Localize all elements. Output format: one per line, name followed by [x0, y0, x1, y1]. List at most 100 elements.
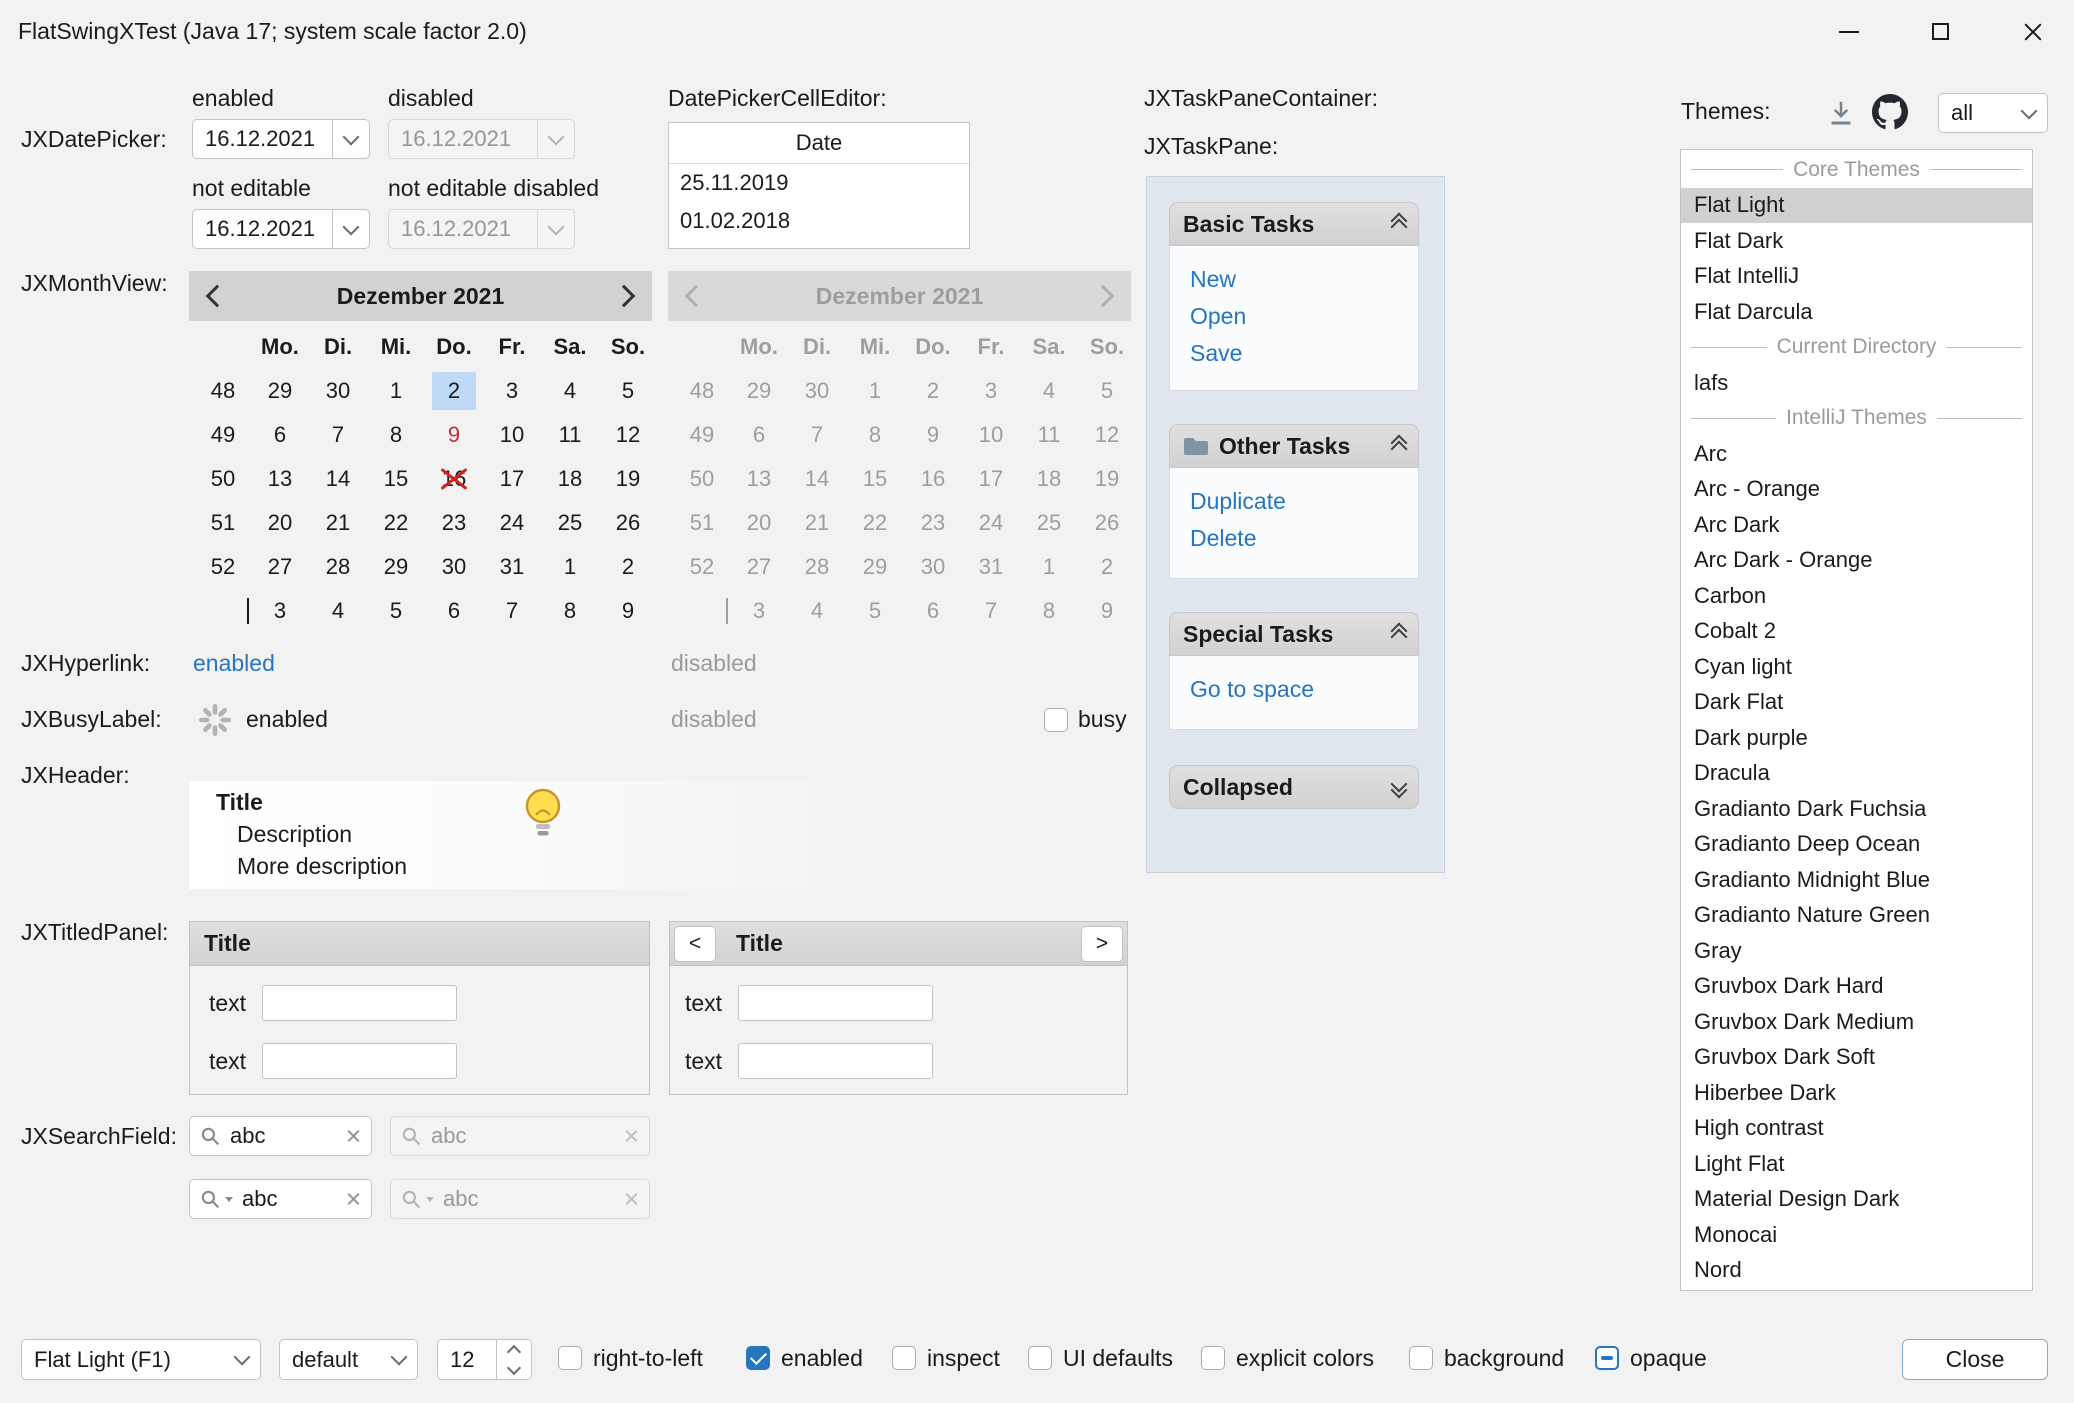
monthview-day-cell[interactable]: 3	[251, 589, 309, 633]
monthview-day-cell[interactable]: 2	[425, 369, 483, 413]
checkbox-label-background[interactable]: background	[1444, 1345, 1564, 1372]
search-value[interactable]: abc	[242, 1186, 337, 1212]
theme-list-item[interactable]: Light Flat	[1681, 1146, 2032, 1182]
table-row[interactable]: 25.11.2019	[669, 164, 969, 202]
monthview-day-cell[interactable]: 24	[483, 501, 541, 545]
monthview-day-cell[interactable]: 11	[541, 413, 599, 457]
cell-editor-table[interactable]: Date 25.11.2019 01.02.2018	[668, 122, 970, 249]
theme-list-item[interactable]: Monocai	[1681, 1217, 2032, 1253]
theme-list-item[interactable]: Material Design Dark	[1681, 1182, 2032, 1218]
chevron-down-icon[interactable]	[381, 1340, 417, 1379]
spinner-up-icon[interactable]	[507, 1344, 521, 1358]
taskpane-link[interactable]: Save	[1190, 335, 1418, 372]
taskpane-link[interactable]: Duplicate	[1190, 483, 1418, 520]
monthview-day-cell[interactable]: 7	[309, 413, 367, 457]
monthview-day-cell[interactable]: 6	[251, 413, 309, 457]
previous-month-button[interactable]	[189, 271, 245, 321]
checkbox-label-explicit-colors[interactable]: explicit colors	[1236, 1345, 1374, 1372]
theme-list-item[interactable]: Dark purple	[1681, 720, 2032, 756]
theme-list-item[interactable]: lafs	[1681, 365, 2032, 401]
font-combo[interactable]: default	[279, 1339, 418, 1380]
monthview-enabled[interactable]: Dezember 2021 Mo.Di.Mi.Do.Fr.Sa.So.48293…	[189, 271, 652, 633]
monthview-day-cell[interactable]: 27	[251, 545, 309, 589]
monthview-day-cell[interactable]: 28	[309, 545, 367, 589]
monthview-day-cell[interactable]: 20	[251, 501, 309, 545]
theme-list-item[interactable]: Gradianto Nature Green	[1681, 898, 2032, 934]
monthview-day-cell[interactable]: 25	[541, 501, 599, 545]
monthview-day-cell[interactable]: 29	[367, 545, 425, 589]
monthview-day-cell[interactable]: 1	[541, 545, 599, 589]
monthview-day-cell[interactable]: 30	[309, 369, 367, 413]
datepicker-not-editable[interactable]: 16.12.2021	[192, 209, 370, 249]
monthview-day-cell[interactable]: 30	[425, 545, 483, 589]
theme-list-item[interactable]: Arc - Orange	[1681, 472, 2032, 508]
chevron-down-icon[interactable]	[225, 1197, 233, 1202]
search-value[interactable]: abc	[230, 1123, 337, 1149]
hyperlink-enabled[interactable]: enabled	[193, 650, 275, 677]
checkbox-ui-defaults[interactable]	[1028, 1346, 1052, 1370]
monthview-day-cell[interactable]: 5	[599, 369, 657, 413]
theme-list-item[interactable]: Flat Darcula	[1681, 294, 2032, 330]
chevron-down-icon[interactable]	[2011, 94, 2047, 132]
monthview-day-cell[interactable]: 23	[425, 501, 483, 545]
theme-list-item[interactable]: Dracula	[1681, 756, 2032, 792]
theme-list-item[interactable]: Arc Dark - Orange	[1681, 543, 2032, 579]
theme-list-item[interactable]: Gradianto Midnight Blue	[1681, 862, 2032, 898]
spinner-down-icon[interactable]	[507, 1360, 521, 1374]
clear-icon[interactable]	[346, 1192, 361, 1207]
theme-list[interactable]: Core ThemesFlat LightFlat DarkFlat Intel…	[1680, 149, 2033, 1291]
chevron-double-down-icon[interactable]	[1393, 778, 1405, 796]
checkbox-explicit-colors[interactable]	[1201, 1346, 1225, 1370]
taskpane-group-title[interactable]: Collapsed	[1169, 765, 1419, 809]
chevron-double-up-icon[interactable]	[1393, 215, 1405, 233]
chevron-down-icon[interactable]	[332, 120, 369, 158]
theme-list-item[interactable]: Flat IntelliJ	[1681, 259, 2032, 295]
monthview-day-cell[interactable]: 10	[483, 413, 541, 457]
monthview-day-cell[interactable]: 3	[483, 369, 541, 413]
checkbox-right-to-left[interactable]	[558, 1346, 582, 1370]
checkbox-label-opaque[interactable]: opaque	[1630, 1345, 1707, 1372]
theme-list-item[interactable]: Flat Light	[1681, 188, 2032, 224]
monthview-day-cell[interactable]: 15	[367, 457, 425, 501]
monthview-day-cell[interactable]: 13	[251, 457, 309, 501]
monthview-day-cell[interactable]: 9	[599, 589, 657, 633]
next-month-button[interactable]	[596, 271, 652, 321]
text-field[interactable]	[738, 985, 933, 1021]
monthview-day-cell[interactable]: 14	[309, 457, 367, 501]
theme-list-item[interactable]: Gruvbox Dark Soft	[1681, 1040, 2032, 1076]
search-field[interactable]: abc	[189, 1116, 372, 1156]
checkbox-inspect[interactable]	[892, 1346, 916, 1370]
clear-icon[interactable]	[346, 1129, 361, 1144]
taskpane-link[interactable]: Delete	[1190, 520, 1418, 557]
github-icon[interactable]	[1872, 94, 1908, 130]
theme-list-item[interactable]: Arc	[1681, 436, 2032, 472]
monthview-day-cell[interactable]: 17	[483, 457, 541, 501]
chevron-down-icon[interactable]	[224, 1340, 260, 1379]
search-field-menu[interactable]: abc	[189, 1179, 372, 1219]
monthview-day-cell[interactable]: 7	[483, 589, 541, 633]
checkbox-label-right-to-left[interactable]: right-to-left	[593, 1345, 703, 1372]
checkbox-enabled[interactable]	[746, 1346, 770, 1370]
theme-list-item[interactable]: Hiberbee Dark	[1681, 1075, 2032, 1111]
theme-list-item[interactable]: Dark Flat	[1681, 685, 2032, 721]
monthview-day-cell[interactable]: 12	[599, 413, 657, 457]
theme-list-item[interactable]: Cobalt 2	[1681, 614, 2032, 650]
theme-list-item[interactable]: Arc Dark	[1681, 507, 2032, 543]
theme-list-item[interactable]: Cyan light	[1681, 649, 2032, 685]
monthview-day-cell[interactable]: 19	[599, 457, 657, 501]
taskpane-group-title[interactable]: Special Tasks	[1169, 612, 1419, 656]
theme-list-item[interactable]: Flat Dark	[1681, 223, 2032, 259]
chevron-down-icon[interactable]	[332, 210, 369, 248]
theme-filter-combo[interactable]: all	[1938, 93, 2048, 133]
close-button[interactable]: Close	[1902, 1339, 2048, 1380]
monthview-day-cell[interactable]: 5	[367, 589, 425, 633]
chevron-double-up-icon[interactable]	[1393, 625, 1405, 643]
close-window-button[interactable]	[2001, 0, 2064, 63]
monthview-day-cell[interactable]: 16	[425, 457, 483, 501]
theme-list-item[interactable]: Carbon	[1681, 578, 2032, 614]
checkbox-label-ui-defaults[interactable]: UI defaults	[1063, 1345, 1173, 1372]
download-icon[interactable]	[1826, 98, 1856, 128]
monthview-day-cell[interactable]: 8	[541, 589, 599, 633]
datepicker-enabled[interactable]: 16.12.2021	[192, 119, 370, 159]
laf-combo[interactable]: Flat Light (F1)	[21, 1339, 261, 1380]
